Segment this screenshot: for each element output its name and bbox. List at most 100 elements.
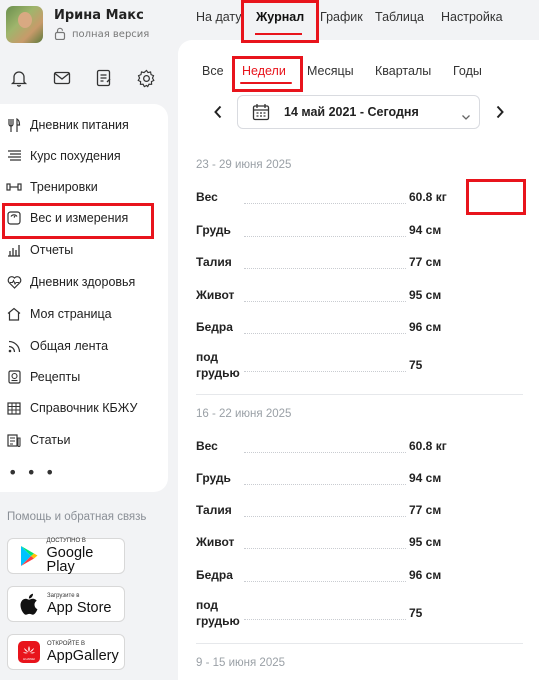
measurement-label: Вес	[196, 439, 218, 453]
store-small-label: ОТКРОЙТЕ В	[47, 640, 86, 647]
sidebar-item-articles[interactable]: Статьи	[6, 429, 71, 451]
measurement-label-line1: под	[196, 598, 219, 612]
cutlery-icon	[6, 117, 22, 133]
measurement-label: Грудь	[196, 223, 231, 237]
sidebar-item-workouts[interactable]: Тренировки	[6, 176, 98, 198]
tab-table[interactable]: Таблица	[375, 10, 424, 24]
dotted-leader	[244, 484, 406, 485]
store-small-label: Загрузите в	[47, 592, 80, 599]
notes-icon[interactable]	[93, 67, 115, 89]
dotted-leader	[244, 516, 406, 517]
sidebar-item-food-diary[interactable]: Дневник питания	[6, 114, 129, 136]
period-tab-quarters[interactable]: Кварталы	[375, 64, 431, 78]
active-period-indicator	[240, 82, 292, 84]
tab-on-date[interactable]: На дату	[196, 10, 242, 24]
measurement-label: Талия	[196, 255, 232, 269]
sidebar-item-recipes[interactable]: Рецепты	[6, 366, 80, 388]
list-icon	[6, 148, 22, 164]
recipe-icon	[6, 369, 22, 385]
dotted-leader	[244, 371, 406, 372]
dotted-leader	[244, 581, 406, 582]
week-title: 23 - 29 июня 2025	[196, 159, 292, 171]
sidebar-item-label: Курс похудения	[30, 149, 121, 163]
sidebar-item-label: Справочник КБЖУ	[30, 401, 138, 415]
divider	[196, 643, 523, 644]
sidebar-item-health-diary[interactable]: Дневник здоровья	[6, 271, 135, 293]
dotted-leader	[244, 203, 406, 204]
store-text: Загрузите в App Store	[47, 593, 112, 616]
next-period-button[interactable]	[495, 104, 507, 119]
store-name: Google Play	[46, 544, 94, 575]
sidebar-item-label: Моя страница	[30, 307, 112, 321]
table-icon	[6, 400, 22, 416]
period-tab-weeks[interactable]: Недели	[242, 64, 286, 78]
sidebar-item-my-page[interactable]: Моя страница	[6, 303, 112, 325]
sidebar-item-weight-loss-course[interactable]: Курс похудения	[6, 145, 121, 167]
period-tab-all[interactable]: Все	[202, 64, 224, 78]
measurement-value: 60.8 кг	[407, 190, 449, 204]
feed-icon	[6, 338, 22, 354]
sidebar-item-label: Отчеты	[30, 243, 74, 257]
dotted-leader	[244, 548, 406, 549]
tab-graph[interactable]: График	[320, 10, 363, 24]
quick-icons	[8, 67, 158, 89]
app-gallery-button[interactable]: HUAWEI ОТКРОЙТЕ В AppGallery	[7, 634, 125, 670]
gear-icon[interactable]	[136, 67, 158, 89]
sidebar-item-label: Тренировки	[30, 180, 98, 194]
google-play-button[interactable]: ДОСТУПНО В Google Play	[7, 538, 125, 574]
measurement-value: 94 см	[407, 223, 444, 237]
articles-icon	[6, 432, 22, 448]
active-tab-indicator	[255, 33, 302, 35]
user-name: Ирина Макс	[54, 8, 144, 23]
svg-text:HUAWEI: HUAWEI	[23, 657, 35, 661]
dotted-leader	[244, 268, 406, 269]
measurement-label-line2: грудью	[196, 366, 240, 380]
sidebar-item-label: Вес и измерения	[30, 211, 129, 225]
user-profile[interactable]: Ирина Макс полная версия	[6, 6, 149, 43]
dotted-leader	[244, 301, 406, 302]
measurement-label: Живот	[196, 288, 235, 302]
journal-panel	[178, 40, 539, 680]
period-tab-years[interactable]: Годы	[453, 64, 482, 78]
prev-period-button[interactable]	[213, 104, 225, 119]
tab-journal[interactable]: Журнал	[256, 10, 304, 24]
measurement-value: 95 см	[407, 535, 444, 549]
measurement-label: Бедра	[196, 568, 233, 582]
measurement-value: 95 см	[407, 288, 444, 302]
measurement-label: Грудь	[196, 471, 231, 485]
measurement-label-line2: грудью	[196, 614, 240, 628]
measurement-value: 96 см	[407, 568, 444, 582]
sidebar: Ирина Макс полная версия Дневник питания…	[0, 0, 168, 680]
week-title: 16 - 22 июня 2025	[196, 408, 292, 420]
bar-chart-icon	[6, 242, 22, 258]
divider	[196, 394, 523, 395]
measurement-label: Талия	[196, 503, 232, 517]
more-menu-button[interactable]: • • •	[8, 463, 56, 482]
sidebar-item-label: Дневник питания	[30, 118, 129, 132]
date-range-value: 14 май 2021 - Сегодня	[284, 105, 419, 119]
sidebar-item-feed[interactable]: Общая лента	[6, 335, 108, 357]
dotted-leader	[244, 452, 406, 453]
date-range-select[interactable]: 14 май 2021 - Сегодня	[237, 95, 480, 129]
huawei-icon: HUAWEI	[17, 640, 41, 664]
avatar[interactable]	[6, 6, 43, 43]
sidebar-item-reports[interactable]: Отчеты	[6, 239, 73, 261]
mail-icon[interactable]	[51, 67, 73, 89]
week-title: 9 - 15 июня 2025	[196, 657, 286, 669]
measurement-value: 96 см	[407, 320, 444, 334]
apple-icon	[17, 592, 41, 616]
store-text: ДОСТУПНО В Google Play	[47, 538, 124, 575]
period-tab-months[interactable]: Месяцы	[307, 64, 354, 78]
sidebar-item-weight-measurements[interactable]: Вес и измерения	[6, 207, 128, 229]
help-feedback-link[interactable]: Помощь и обратная связь	[7, 511, 146, 523]
tab-settings[interactable]: Настройка	[441, 10, 503, 24]
app-store-button[interactable]: Загрузите в App Store	[7, 586, 125, 622]
lock-icon	[54, 27, 68, 41]
measurement-value: 75	[407, 606, 425, 620]
sidebar-item-kbju-reference[interactable]: Справочник КБЖУ	[6, 397, 137, 419]
measurement-label-line1: под	[196, 350, 219, 364]
bell-icon[interactable]	[8, 67, 30, 89]
measurement-label: Живот	[196, 535, 235, 549]
store-small-label: ДОСТУПНО В	[46, 537, 86, 544]
dotted-leader	[244, 333, 406, 334]
